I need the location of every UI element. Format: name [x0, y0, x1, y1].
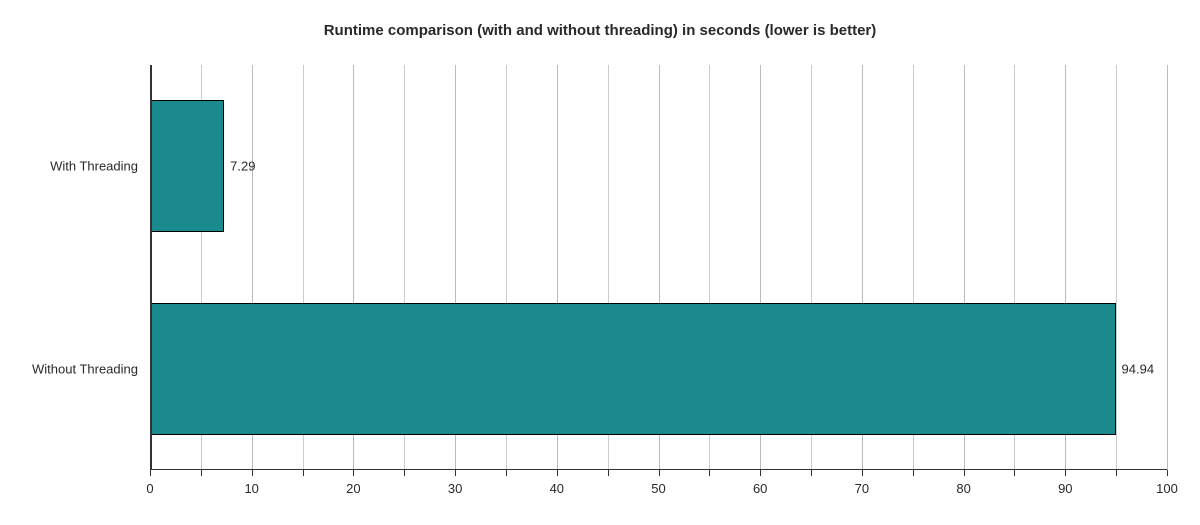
x-tick: [862, 470, 863, 476]
x-tick: [303, 470, 304, 476]
x-tick-label: 0: [146, 481, 153, 496]
x-tick: [811, 470, 812, 476]
bar: [150, 100, 224, 232]
x-tick: [557, 470, 558, 476]
x-tick: [455, 470, 456, 476]
x-tick-label: 10: [244, 481, 258, 496]
x-tick: [659, 470, 660, 476]
x-tick: [709, 470, 710, 476]
x-tick: [913, 470, 914, 476]
x-tick: [201, 470, 202, 476]
x-axis: [150, 469, 1167, 471]
x-tick: [506, 470, 507, 476]
chart-title: Runtime comparison (with and without thr…: [0, 0, 1200, 39]
y-tick-label: With Threading: [50, 159, 138, 174]
bar-value-label: 94.94: [1122, 361, 1155, 376]
x-tick: [760, 470, 761, 476]
x-tick-label: 30: [448, 481, 462, 496]
x-tick-label: 50: [651, 481, 665, 496]
x-tick: [353, 470, 354, 476]
x-tick: [964, 470, 965, 476]
gridline: [1167, 65, 1168, 470]
plot-area: 01020304050607080901007.29With Threading…: [150, 65, 1167, 470]
x-tick: [404, 470, 405, 476]
x-tick: [150, 470, 151, 476]
y-axis: [150, 65, 152, 470]
x-tick-label: 20: [346, 481, 360, 496]
x-tick-label: 40: [550, 481, 564, 496]
x-tick: [252, 470, 253, 476]
x-tick-label: 60: [753, 481, 767, 496]
x-tick: [1014, 470, 1015, 476]
gridline: [1116, 65, 1117, 470]
x-tick-label: 80: [956, 481, 970, 496]
chart-area: 01020304050607080901007.29With Threading…: [150, 65, 1167, 470]
bar: [150, 303, 1116, 435]
x-tick: [1065, 470, 1066, 476]
x-tick: [1167, 470, 1168, 476]
bar-value-label: 7.29: [230, 159, 255, 174]
y-tick-label: Without Threading: [32, 361, 138, 376]
x-tick: [1116, 470, 1117, 476]
x-tick-label: 100: [1156, 481, 1178, 496]
x-tick-label: 90: [1058, 481, 1072, 496]
x-tick: [608, 470, 609, 476]
x-tick-label: 70: [855, 481, 869, 496]
